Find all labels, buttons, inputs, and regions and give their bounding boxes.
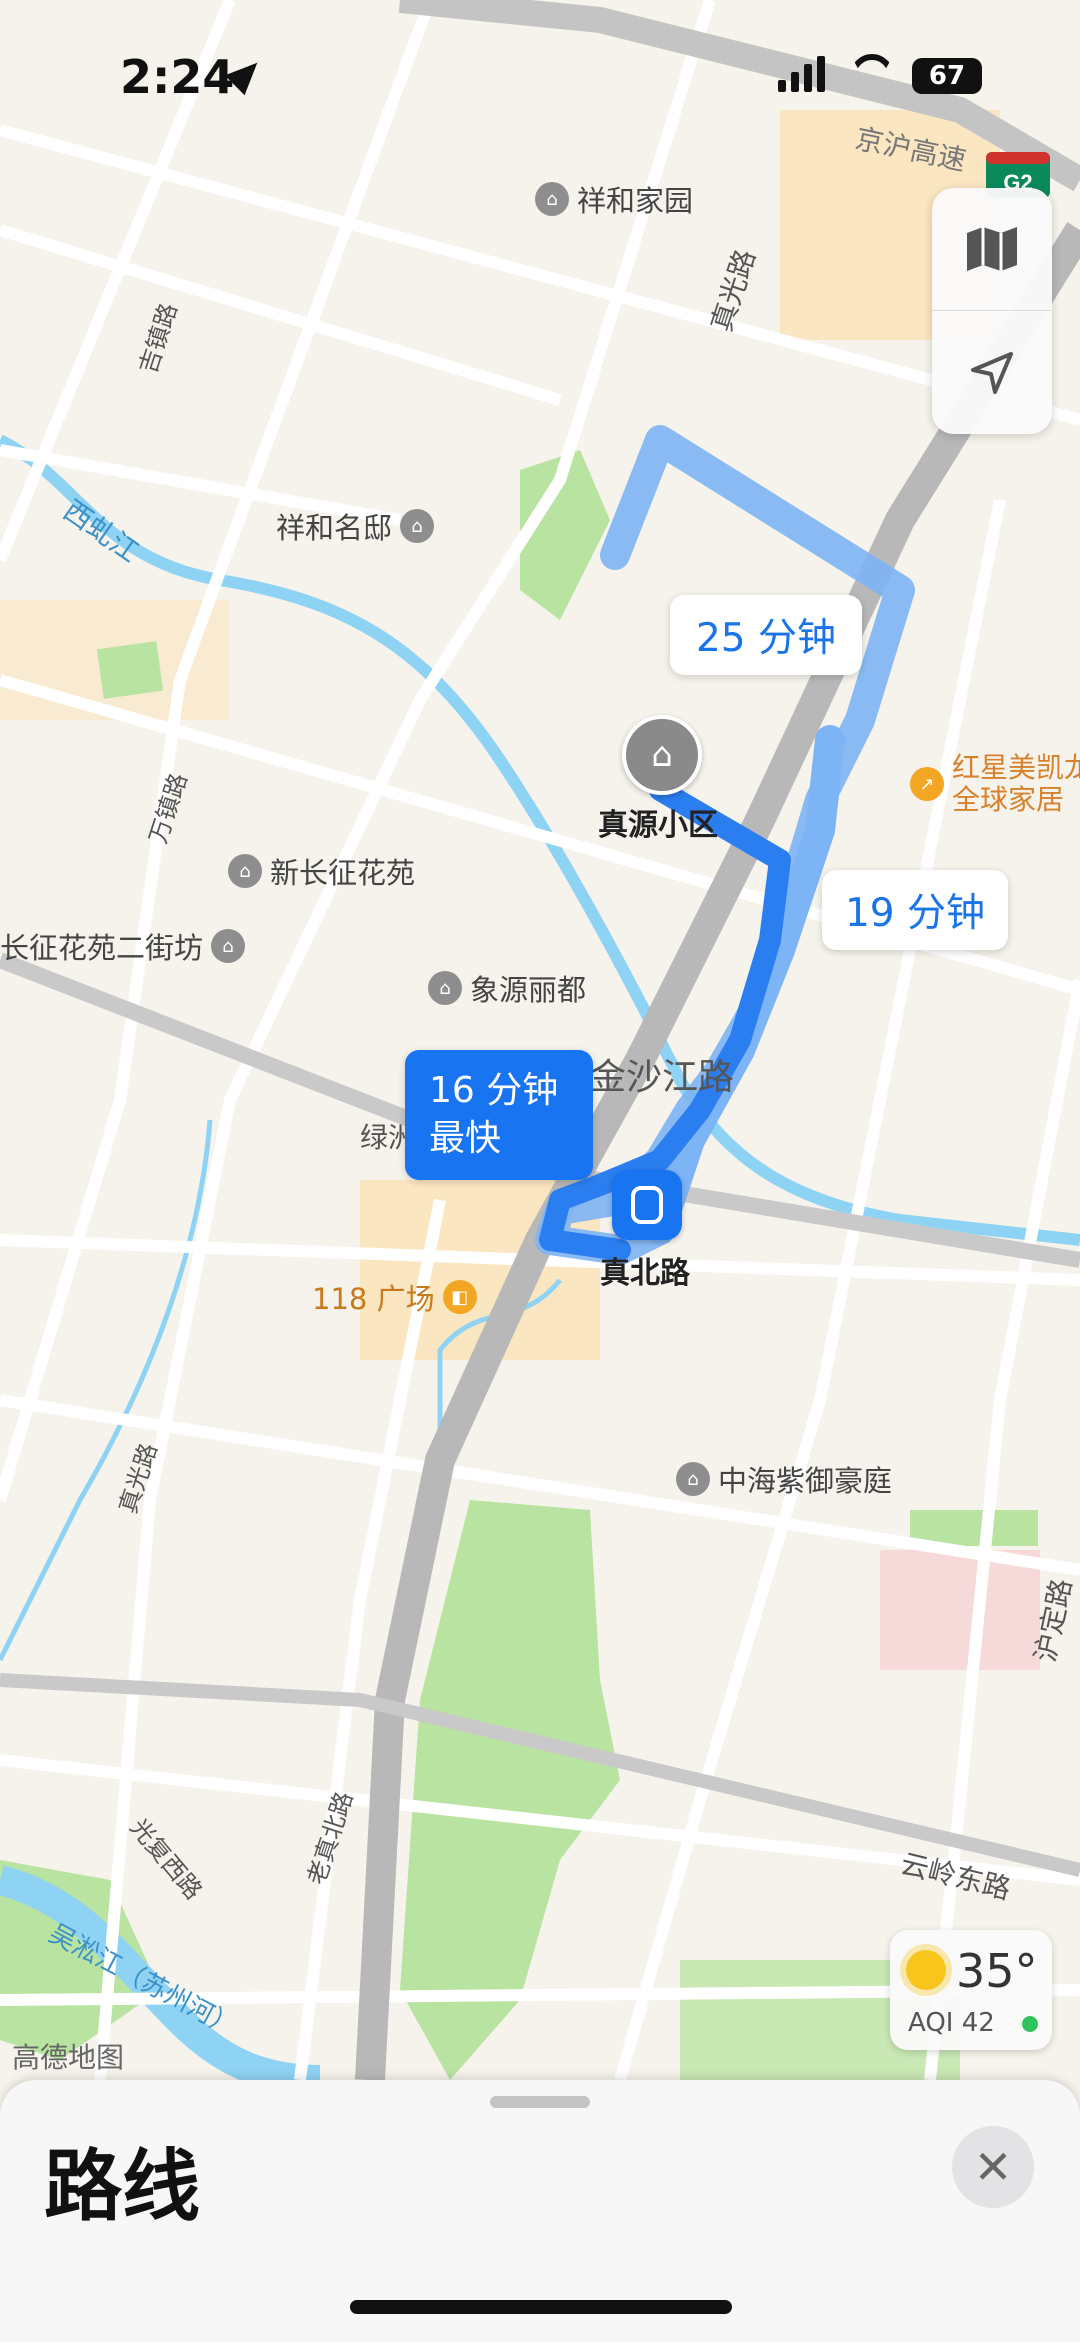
locate-me-button[interactable] xyxy=(932,312,1052,434)
poi-changzheng-huayuan-erjiefang[interactable]: ⌂ 长征花苑二街坊 xyxy=(0,925,246,967)
route-time: 16 分钟 xyxy=(429,1070,559,1111)
map-type-button[interactable] xyxy=(932,188,1052,311)
house-icon: ⌂ xyxy=(676,1462,710,1496)
train-icon xyxy=(631,1186,663,1224)
house-icon: ⌂ xyxy=(228,854,262,888)
map-controls xyxy=(932,188,1052,434)
aqi-status-dot xyxy=(1022,2016,1038,2032)
weather-widget[interactable]: 35° AQI 42 xyxy=(890,1930,1052,2050)
map-area-block xyxy=(880,1550,1040,1670)
weather-aqi: AQI 42 xyxy=(908,2008,995,2038)
station-label: 真北路 xyxy=(600,1256,690,1291)
shopping-bag-icon: ◧ xyxy=(442,1280,477,1314)
status-time: 2:24 xyxy=(120,50,235,104)
map-attribution: 高德地图 xyxy=(12,2041,125,2074)
poi-xianghemingdi[interactable]: ⌂ 祥和名邸 xyxy=(276,505,435,547)
location-arrow-outline-icon xyxy=(971,352,1013,394)
house-icon: ⌂ xyxy=(535,182,569,216)
store-icon: ↗ xyxy=(910,767,944,801)
poi-hongxing-meikailong[interactable]: ↗ 红星美凯龙 全球家居 xyxy=(910,752,1080,816)
route-bubble-25min[interactable]: 25 分钟 xyxy=(670,595,862,675)
station-pin[interactable] xyxy=(612,1170,682,1240)
poi-xiangyuan-lidu[interactable]: ⌂ 象源丽都 xyxy=(428,967,586,1009)
close-button[interactable]: ✕ xyxy=(952,2126,1034,2208)
map-park xyxy=(96,641,164,699)
signal-icon xyxy=(778,56,825,92)
house-icon: ⌂ xyxy=(428,971,462,1005)
poi-xianghejiayuan[interactable]: ⌂ 祥和家园 xyxy=(535,178,693,220)
sheet-grabber[interactable] xyxy=(490,2096,590,2108)
home-icon: ⌂ xyxy=(651,735,673,775)
house-icon: ⌂ xyxy=(211,929,246,963)
weather-temp: 35° xyxy=(956,1944,1038,1998)
route-tag-fastest: 最快 xyxy=(429,1118,502,1159)
wifi-icon xyxy=(850,54,894,90)
status-bar: 2:24 67 xyxy=(0,0,1080,150)
home-indicator[interactable] xyxy=(350,2300,732,2314)
poi-118-plaza[interactable]: ◧ 118 广场 xyxy=(312,1276,477,1318)
battery-level: 67 xyxy=(928,61,966,91)
route-bubble-16min-fastest[interactable]: 16 分钟 最快 xyxy=(405,1050,593,1180)
poi-zhonghai-ziyu-haoting[interactable]: ⌂ 中海紫御豪庭 xyxy=(676,1458,892,1500)
route-bubble-19min[interactable]: 19 分钟 xyxy=(822,870,1008,950)
sheet-title: 路线 xyxy=(44,2142,201,2232)
house-icon: ⌂ xyxy=(400,509,435,543)
poi-xinchangzheng-huayuan[interactable]: ⌂ 新长征花苑 xyxy=(228,850,415,892)
map-icon xyxy=(967,227,1017,271)
destination-label: 真源小区 xyxy=(598,808,718,843)
sun-icon xyxy=(906,1950,946,1990)
road-label-jinshajiang-road: 金沙江路 xyxy=(590,1057,735,1098)
destination-pin[interactable]: ⌂ xyxy=(622,715,702,795)
close-icon: ✕ xyxy=(973,2140,1013,2194)
battery-icon: 67 xyxy=(912,58,982,94)
